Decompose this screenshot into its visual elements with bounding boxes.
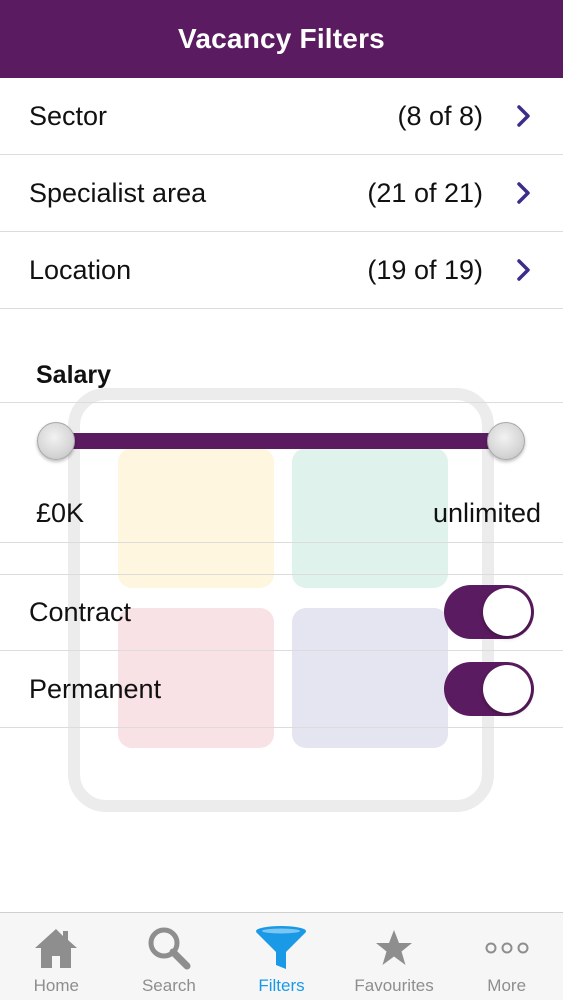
tab-favourites[interactable]: Favourites: [338, 913, 451, 1000]
more-icon: [484, 922, 530, 974]
permanent-toggle[interactable]: [444, 662, 534, 716]
watermark-tile-green: [292, 448, 448, 588]
salary-heading: Salary: [36, 361, 112, 389]
salary-range-track[interactable]: [56, 433, 506, 449]
tab-search[interactable]: Search: [113, 913, 226, 1000]
page-title: Vacancy Filters: [178, 23, 385, 54]
filter-row-location[interactable]: Location (19 of 19): [0, 232, 563, 309]
tab-filters[interactable]: Filters: [225, 913, 338, 1000]
tab-label: Favourites: [354, 976, 434, 995]
filter-row-sector[interactable]: Sector (8 of 8): [0, 78, 563, 155]
filter-count: (19 of 19): [367, 254, 483, 285]
filter-label: Location: [29, 254, 132, 285]
tab-label: More: [487, 976, 527, 995]
salary-max-thumb[interactable]: [487, 422, 525, 460]
chevron-right-icon: [513, 257, 535, 283]
tab-bar: Home Search Filters Favourites More: [0, 912, 563, 1000]
tab-label: Home: [33, 976, 79, 995]
contract-toggle[interactable]: [444, 585, 534, 639]
divider: [0, 402, 563, 403]
contract-row: Contract: [0, 574, 563, 651]
toggle-knob: [483, 665, 531, 713]
filter-row-specialist-area[interactable]: Specialist area (21 of 21): [0, 155, 563, 232]
divider: [0, 542, 563, 543]
search-icon: [146, 922, 192, 974]
salary-min-thumb[interactable]: [37, 422, 75, 460]
toggle-knob: [483, 588, 531, 636]
watermark-tile-yellow: [118, 448, 274, 588]
chevron-right-icon: [513, 103, 535, 129]
tab-more[interactable]: More: [450, 913, 563, 1000]
tab-label: Filters: [258, 976, 305, 995]
tab-label: Search: [141, 976, 196, 995]
navigation-bar: Vacancy Filters: [0, 0, 563, 78]
filter-label: Sector: [29, 100, 108, 131]
star-icon: [374, 922, 414, 974]
filter-label: Specialist area: [29, 177, 207, 208]
home-icon: [33, 922, 79, 974]
filters-content: Sector (8 of 8) Specialist area (21 of 2…: [0, 78, 563, 728]
filter-count: (21 of 21): [367, 177, 483, 208]
chevron-right-icon: [513, 180, 535, 206]
salary-max-label: unlimited: [432, 498, 541, 528]
filter-count: (8 of 8): [397, 100, 483, 131]
tab-home[interactable]: Home: [0, 913, 113, 1000]
filter-icon: [254, 922, 308, 974]
salary-min-label: £0K: [36, 498, 85, 528]
permanent-row: Permanent: [0, 651, 563, 728]
